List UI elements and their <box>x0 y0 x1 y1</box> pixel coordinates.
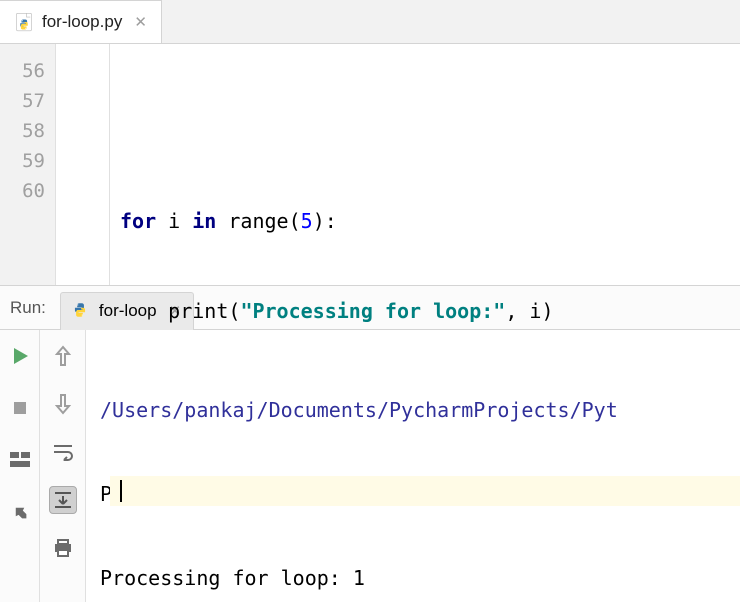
text-caret <box>120 480 122 502</box>
soft-wrap-icon[interactable] <box>49 438 77 466</box>
stop-button[interactable] <box>6 394 34 422</box>
layout-button[interactable] <box>6 446 34 474</box>
run-toolbar-primary <box>0 330 40 602</box>
code-line[interactable]: print("Processing for loop:", i) <box>120 296 740 326</box>
python-file-icon <box>71 301 91 321</box>
print-icon[interactable] <box>49 534 77 562</box>
line-number: 56 <box>0 56 55 86</box>
run-toolbar-secondary <box>40 330 86 602</box>
gutter-margin <box>56 44 110 285</box>
line-number: 59 <box>0 146 55 176</box>
run-label: Run: <box>10 298 46 318</box>
scroll-to-end-icon[interactable] <box>49 486 77 514</box>
python-file-icon <box>14 12 34 32</box>
code-line-current[interactable] <box>110 476 740 506</box>
line-number: 60 <box>0 176 55 206</box>
editor-area: 56 57 58 59 60 for i in range(5): print(… <box>0 44 740 286</box>
line-number-gutter: 56 57 58 59 60 <box>0 44 56 285</box>
up-arrow-icon[interactable] <box>49 342 77 370</box>
code-editor[interactable]: for i in range(5): print("Processing for… <box>110 44 740 285</box>
code-line[interactable]: for i in range(5): <box>120 206 740 236</box>
down-arrow-icon[interactable] <box>49 390 77 418</box>
code-line[interactable] <box>120 386 740 416</box>
line-number: 58 <box>0 116 55 146</box>
line-number: 57 <box>0 86 55 116</box>
editor-tab-for-loop[interactable]: for-loop.py ✕ <box>0 0 162 43</box>
code-line[interactable] <box>120 116 740 146</box>
editor-tab-bar: for-loop.py ✕ <box>0 0 740 44</box>
rerun-button[interactable] <box>6 342 34 370</box>
console-output-line: Processing for loop: 1 <box>100 564 740 592</box>
editor-tab-label: for-loop.py <box>42 12 122 32</box>
close-icon[interactable]: ✕ <box>134 13 147 31</box>
pin-button[interactable] <box>6 498 34 526</box>
